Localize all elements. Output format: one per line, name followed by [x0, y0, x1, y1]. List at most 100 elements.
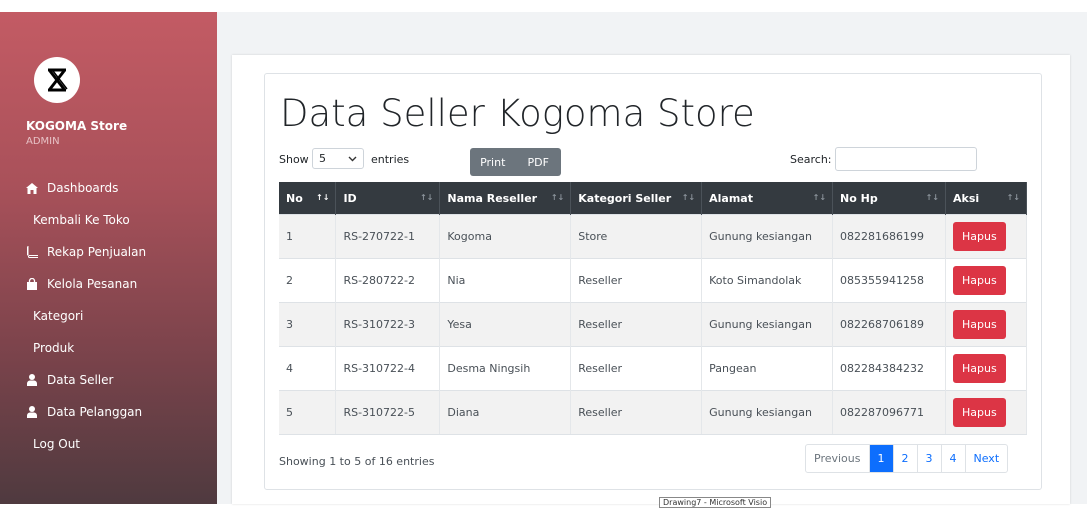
cell-aksi: Hapus	[945, 258, 1027, 303]
user-icon	[26, 374, 38, 386]
column-header-no-hp[interactable]: No Hp ↑↓	[832, 182, 946, 215]
shopping-bag-icon	[26, 278, 38, 290]
sidebar-item-data-seller[interactable]: Data Seller	[26, 373, 113, 387]
entries-label: entries	[371, 153, 410, 166]
search-input[interactable]	[835, 147, 977, 171]
sort-icon: ↑↓	[925, 193, 939, 202]
pagination-page-4[interactable]: 4	[940, 445, 965, 472]
pagination-page-2[interactable]: 2	[892, 445, 917, 472]
cell-nama-reseller: Diana	[439, 390, 572, 435]
sidebar-item-kategori[interactable]: Kategori	[33, 309, 83, 323]
cell-no: 5	[279, 390, 337, 435]
delete-button[interactable]: Hapus	[953, 310, 1006, 339]
cell-alamat: Gunung kesiangan	[701, 214, 834, 259]
cell-no: 2	[279, 258, 337, 303]
taskbar-tooltip: Drawing7 - Microsoft Visio	[659, 497, 772, 508]
column-header-alamat[interactable]: Alamat ↑↓	[701, 182, 834, 215]
cell-aksi: Hapus	[945, 346, 1027, 391]
cell-id: RS-280722-2	[335, 258, 441, 303]
table-row: 2 RS-280722-2 Nia Reseller Koto Simandol…	[279, 258, 1027, 303]
delete-button[interactable]: Hapus	[953, 354, 1006, 383]
book-icon	[26, 246, 38, 258]
sidebar-item-label: Kelola Pesanan	[47, 277, 138, 291]
sort-icon: ↑↓	[316, 193, 330, 202]
cell-alamat: Pangean	[701, 346, 834, 391]
pagination-previous[interactable]: Previous	[806, 445, 869, 472]
sidebar-item-label: Kembali Ke Toko	[33, 213, 130, 227]
sidebar-item-label: Dashboards	[47, 181, 119, 195]
seller-table: No ↑↓ ID ↑↓ Nama Reseller ↑↓ Kategori Selle…	[279, 182, 1027, 435]
cell-no: 4	[279, 346, 337, 391]
cell-id: RS-310722-3	[335, 302, 441, 347]
cell-kategori-seller: Reseller	[570, 302, 703, 347]
sort-icon: ↑↓	[1006, 193, 1020, 202]
table-row: 1 RS-270722-1 Kogoma Store Gunung kesian…	[279, 214, 1027, 259]
column-header-nama-reseller[interactable]: Nama Reseller ↑↓	[439, 182, 572, 215]
delete-button[interactable]: Hapus	[953, 266, 1006, 295]
cell-id: RS-310722-5	[335, 390, 441, 435]
logo-icon	[48, 68, 68, 92]
pagination-page-3[interactable]: 3	[916, 445, 941, 472]
print-button[interactable]: Print	[470, 148, 516, 176]
table-row: 4 RS-310722-4 Desma Ningsih Reseller Pan…	[279, 346, 1027, 391]
column-header-kategori-seller[interactable]: Kategori Seller ↑↓	[570, 182, 703, 215]
cell-nama-reseller: Yesa	[439, 302, 572, 347]
cell-no: 1	[279, 214, 337, 259]
search-label: Search:	[790, 153, 832, 166]
cell-aksi: Hapus	[945, 214, 1027, 259]
cell-nama-reseller: Nia	[439, 258, 572, 303]
home-icon	[26, 182, 38, 194]
column-header-aksi[interactable]: Aksi ↑↓	[945, 182, 1027, 215]
pagination-page-1[interactable]: 1	[868, 445, 893, 472]
cell-alamat: Gunung kesiangan	[701, 390, 834, 435]
user-role: ADMIN	[26, 136, 60, 147]
sidebar-item-log-out[interactable]: Log Out	[33, 437, 80, 451]
cell-id: RS-310722-4	[335, 346, 441, 391]
sidebar-item-produk[interactable]: Produk	[33, 341, 74, 355]
sidebar-item-label: Log Out	[33, 437, 81, 451]
table-row: 5 RS-310722-5 Diana Reseller Gunung kesi…	[279, 390, 1027, 435]
table-info: Showing 1 to 5 of 16 entries	[279, 455, 435, 468]
sidebar-item-rekap-penjualan[interactable]: Rekap Penjualan	[26, 245, 146, 259]
cell-no-hp: 082287096771	[832, 390, 946, 435]
chevron-down-icon	[348, 152, 357, 165]
page-title: Data Seller Kogoma Store	[280, 92, 755, 135]
sidebar-item-kembali-ke-toko[interactable]: Kembali Ke Toko	[33, 213, 130, 227]
sort-icon: ↑↓	[419, 193, 434, 202]
pagination-next[interactable]: Next	[964, 445, 1008, 472]
sort-icon: ↑↓	[681, 193, 696, 202]
delete-button[interactable]: Hapus	[953, 222, 1006, 251]
page-size-select[interactable]: 5	[312, 148, 364, 169]
column-header-no[interactable]: No ↑↓	[279, 182, 337, 215]
cell-id: RS-270722-1	[335, 214, 441, 259]
cell-no-hp: 082284384232	[832, 346, 946, 391]
sidebar-item-label: Rekap Penjualan	[47, 245, 147, 259]
sort-icon: ↑↓	[550, 193, 565, 202]
cell-nama-reseller: Desma Ningsih	[439, 346, 572, 391]
sidebar-item-kelola-pesanan[interactable]: Kelola Pesanan	[26, 277, 137, 291]
user-icon	[26, 406, 38, 418]
cell-aksi: Hapus	[945, 390, 1027, 435]
pagination: Previous 1 2 3 4 Next	[805, 444, 1009, 473]
cell-alamat: Gunung kesiangan	[701, 302, 834, 347]
cell-alamat: Koto Simandolak	[701, 258, 834, 303]
cell-aksi: Hapus	[945, 302, 1027, 347]
delete-button[interactable]: Hapus	[953, 398, 1006, 427]
sidebar-item-label: Data Pelanggan	[47, 405, 143, 419]
cell-no-hp: 082281686199	[832, 214, 946, 259]
pdf-button[interactable]: PDF	[516, 148, 562, 176]
store-logo[interactable]	[34, 57, 80, 103]
cell-nama-reseller: Kogoma	[439, 214, 572, 259]
cell-no-hp: 082268706189	[832, 302, 946, 347]
cell-kategori-seller: Reseller	[570, 390, 703, 435]
export-button-group: Print PDF	[470, 148, 561, 176]
page-size-value: 5	[319, 152, 326, 165]
sidebar-item-label: Kategori	[33, 309, 84, 323]
sidebar-item-dashboards[interactable]: Dashboards	[26, 181, 118, 195]
store-name: KOGOMA Store	[26, 119, 128, 133]
sidebar-item-label: Produk	[33, 341, 75, 355]
sidebar-item-data-pelanggan[interactable]: Data Pelanggan	[26, 405, 142, 419]
table-header-row: No ↑↓ ID ↑↓ Nama Reseller ↑↓ Kategori Selle…	[279, 182, 1027, 215]
sidebar-item-label: Data Seller	[47, 373, 114, 387]
column-header-id[interactable]: ID ↑↓	[335, 182, 441, 215]
